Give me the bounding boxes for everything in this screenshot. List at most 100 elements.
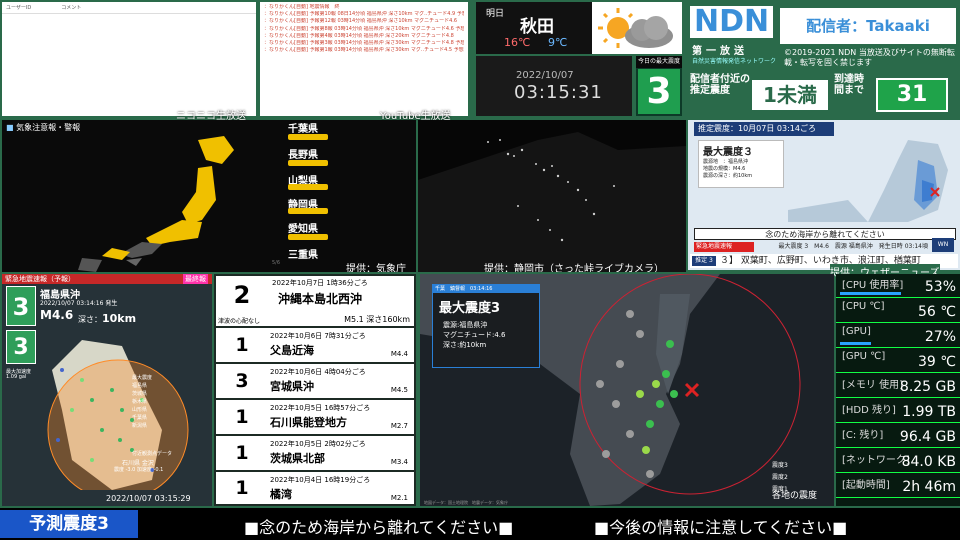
chat-row: ：なりかくん[自動] 予報第12報 03時14分頃 福島県沖 深さ10km マグ… [264, 18, 458, 25]
eew-depth-label: 深さ： [78, 315, 102, 324]
camera-credit: 提供：静岡市（さった峠ライブカメラ） [484, 264, 664, 272]
eew-forecast-int: 3 [6, 286, 36, 326]
col-comment: コメント [61, 5, 82, 11]
youtube-chat-panel[interactable]: ：なりかくん[自動] 地震情報 終 ：なりかくん[自動] 予報第10報 08日1… [260, 2, 468, 116]
prefecture-item: 長野県 [288, 150, 318, 161]
live-camera-feed: 提供：静岡市（さった峠ライブカメラ） [418, 120, 686, 272]
intmap-tab: 千葉 鎮督報 03:14:16 [433, 285, 539, 293]
eew-estimate-map [788, 140, 948, 222]
stat-value: 53% [924, 279, 956, 295]
quake-row[interactable]: 1 2022年10月5日 16時57分ごろ 石川県能登地方 M2.7 [216, 400, 414, 434]
eew-map-title: 緊急地震速報（予報） [5, 275, 75, 283]
clock-date: 2022/10/07 [516, 70, 574, 81]
japan-warning-shapes [78, 136, 234, 272]
stat-label: [GPU] [842, 326, 871, 337]
stat-value: 56 ℃ [918, 304, 956, 320]
weather-high: 16℃ [504, 36, 531, 49]
system-stats-panel: [CPU 使用率] 53% [CPU ℃] 56 ℃ [GPU] 27% [GP… [836, 274, 960, 506]
quake-intensity: 2 [233, 281, 251, 309]
warning-page: 5/6 [272, 260, 281, 266]
ndn-logo: NDN [690, 6, 774, 38]
quake-date: 2022年10月6日 7時31分ごろ [270, 332, 366, 340]
arrival-countdown: 31 [878, 80, 946, 110]
weather-low: 9℃ [548, 36, 568, 49]
footer-intensity: 予測震度3 [0, 510, 138, 538]
quake-intensity: 3 [235, 370, 249, 392]
eew-depth: 10km [102, 312, 137, 325]
channel-subtitle: 自然災害情報発信ネットワーク [692, 58, 777, 65]
quake-intensity: 1 [235, 406, 249, 428]
eew-final: 最終報 [183, 274, 208, 284]
quake-date: 2022年10月6日 4時04分ごろ [270, 368, 366, 376]
ndn-header: NDN 配信者：Takaaki 第一放送 自然災害情報発信ネットワーク ©201… [686, 4, 960, 116]
intmap-title: 最大震度3 [439, 301, 501, 316]
intmap-legend: 震度3 [772, 462, 788, 469]
stat-value: 84.0 KB [901, 454, 956, 470]
quake-mag: M3.4 [390, 458, 408, 466]
stat-label: [C: 残り] [842, 430, 884, 441]
quake-place: 沖縄本島北西沖 [278, 292, 363, 306]
legend-item: 福島県 [132, 383, 148, 389]
eew-tag: 推定 3 [692, 256, 716, 266]
quake-row[interactable]: 3 2022年10月6日 4時04分ごろ 宮城県沖 M4.5 [216, 364, 414, 398]
cpu-usage-bar [840, 292, 902, 295]
quake-row[interactable]: 1 2022年10月4日 16時19分ごろ 橘湾 M2.1 [216, 472, 414, 504]
quake-date: 2022年10月7日 1時36分ごろ [272, 279, 368, 287]
weather-city: 秋田 [520, 17, 554, 37]
eew-magnitude: 地震の規模：M4.6 [703, 166, 746, 172]
chat-row: ：なりかくん[自動] 予報第1報 03時14分頃 福島県沖 深さ30km マグ.… [264, 47, 464, 54]
footer-message-2: ■今後の情報に注意してください■ [594, 518, 848, 537]
chat-row: ：なりかくん[自動] 地震情報 終 [264, 4, 340, 10]
point-value: 震度 -3.0 加速度 -0.1 [114, 467, 164, 473]
quake-mag: M5.1 深さ160km [344, 315, 410, 324]
quake-row[interactable]: 1 2022年10月5日 2時02分ごろ 茨城県北部 M3.4 [216, 436, 414, 470]
eew-forecast-map: 緊急地震速報（予報） 最終報 3 福島県沖 2022/10/07 03:14:1… [2, 274, 212, 506]
wn-logo-icon: WN [932, 238, 954, 252]
quake-intensity: 1 [235, 477, 249, 499]
chat-row: ：なりかくん[自動] 予報第8報 03時14分頃 福島県沖 深さ10km マグニ… [264, 25, 464, 32]
legend-item: 新潟県 [132, 423, 148, 429]
sun-cloud-icon [598, 8, 673, 48]
quake-date: 2022年10月4日 16時19分ごろ [270, 476, 371, 484]
eew-mag: M4.6 [40, 308, 74, 322]
eew-notice: 念のため海岸から離れてください [694, 228, 956, 240]
accel-value: 1.09 gal [6, 374, 27, 380]
max-int-label: 今日の最大震度 [636, 56, 682, 68]
quake-mag: M4.4 [390, 350, 408, 358]
earthquake-history-list: 2 2022年10月7日 1時36分ごろ 沖縄本島北西沖 津波の心配なし M5.… [214, 274, 416, 506]
eew-max-label: 最大震度３ [703, 147, 753, 158]
niconico-chat-panel[interactable]: ユーザーID コメント [2, 2, 256, 116]
chat-header: ユーザーID コメント [2, 2, 256, 14]
night-camera-image [418, 120, 686, 272]
chat-row: ：なりかくん[自動] 予報第3報 03時14分頃 福島県沖 深さ30km マグニ… [264, 40, 464, 47]
eew-depth: 震源の深さ：約10km [703, 173, 753, 179]
chat-row: ：なりかくん[自動] 予報第10報 08日14分頃 福島県沖 深さ10km マグ… [264, 11, 464, 18]
max-int-value: 3 [638, 69, 680, 114]
stat-label: [GPU ℃] [842, 351, 886, 362]
quake-row[interactable]: 1 2022年10月6日 7時31分ごろ 父島近海 M4.4 [216, 328, 414, 362]
stat-label: [メモリ 使用] [842, 380, 903, 391]
broadcaster-name: 配信者：Takaaki [780, 8, 956, 44]
intmap-epicenter: 震源:福島県沖 [443, 321, 488, 329]
intmap-caption: 各地の震度 [772, 491, 818, 501]
copyright: ©2019-2021 NDN 当放送及びサイトの無断転載・転写を固く禁じます [784, 48, 955, 67]
quake-place: 父島近海 [270, 344, 314, 357]
clock-panel: 2022/10/07 03:15:31 [476, 56, 632, 116]
stat-value: 1.99 TB [902, 404, 956, 420]
stat-value: 39 ℃ [918, 354, 956, 370]
legend-item: 千葉県 [132, 415, 148, 421]
stat-label: [ネットワーク] [842, 455, 910, 466]
intmap-depth: 深さ:約10km [443, 341, 487, 349]
quake-row[interactable]: 2 2022年10月7日 1時36分ごろ 沖縄本島北西沖 津波の心配なし M5.… [216, 276, 414, 326]
stat-row: [CPU ℃] 56 ℃ [836, 299, 960, 323]
eew-time: 2022/10/07 03:14:16 発生 [40, 300, 118, 307]
stat-row: [HDD 残り] 1.99 TB [836, 399, 960, 423]
intmap-footer: 地図データ：国土地理院 地震データ：気象庁 [424, 500, 508, 505]
local-intensity-label: 配信者付近の推定震度 [690, 74, 750, 96]
eew-timestamp: 2022/10/07 03:15:29 [106, 494, 191, 503]
stat-row: [メモリ 使用] 8.25 GB [836, 374, 960, 398]
stat-row: [C: 残り] 96.4 GB [836, 424, 960, 448]
channel-title: 第一放送 [692, 46, 748, 57]
quake-mag: M2.7 [390, 422, 408, 430]
quake-place: 橘湾 [270, 488, 292, 501]
